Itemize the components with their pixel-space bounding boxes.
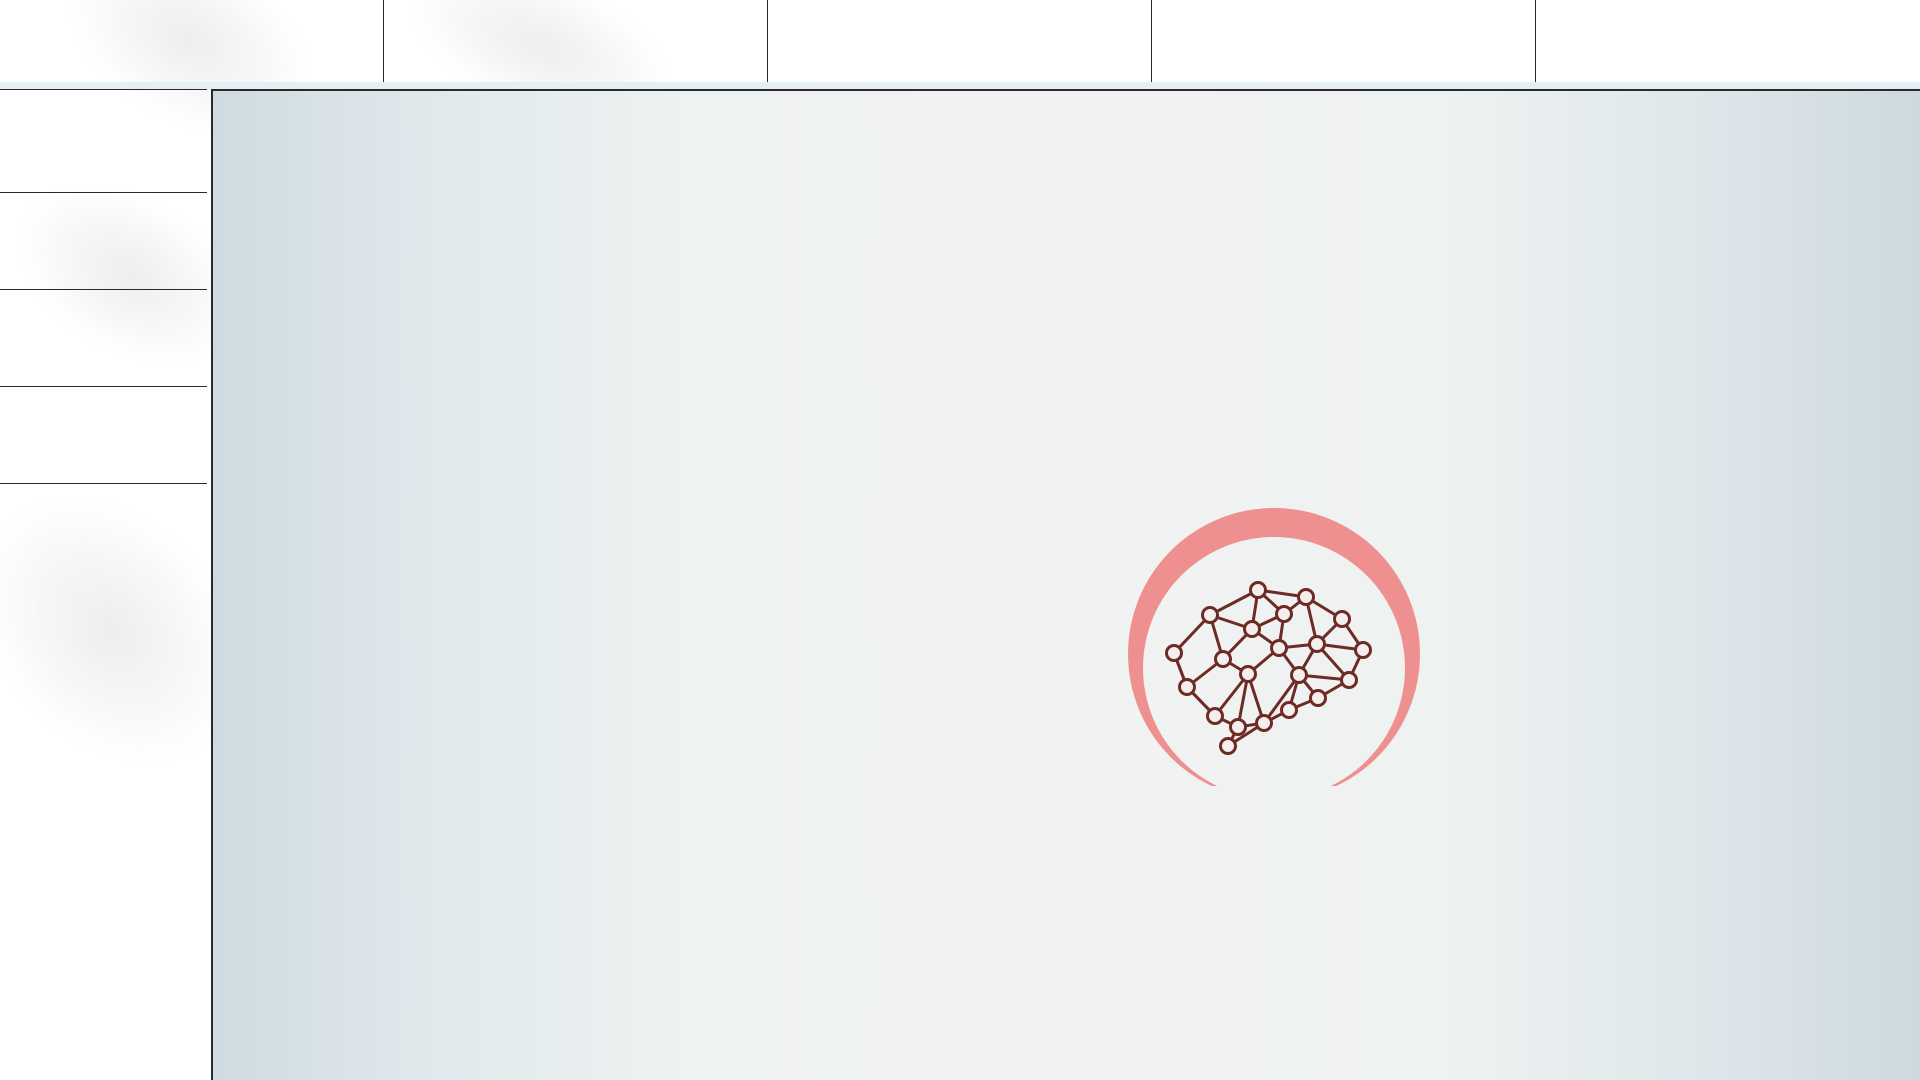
tab-2[interactable] (384, 0, 768, 82)
main-viewport (211, 89, 1920, 1080)
loading-indicator (1128, 508, 1420, 800)
sidebar-item-3[interactable] (0, 290, 207, 387)
top-tab-bar (0, 0, 1920, 82)
brain-network-icon (1165, 581, 1372, 755)
sidebar (0, 89, 207, 484)
sidebar-item-1[interactable] (0, 89, 207, 193)
sidebar-item-2[interactable] (0, 193, 207, 290)
tab-3[interactable] (768, 0, 1152, 82)
tab-bar-divider (0, 82, 1920, 89)
sidebar-item-4[interactable] (0, 387, 207, 484)
tab-4[interactable] (1152, 0, 1536, 82)
tab-5[interactable] (1536, 0, 1920, 82)
tab-1[interactable] (0, 0, 384, 82)
